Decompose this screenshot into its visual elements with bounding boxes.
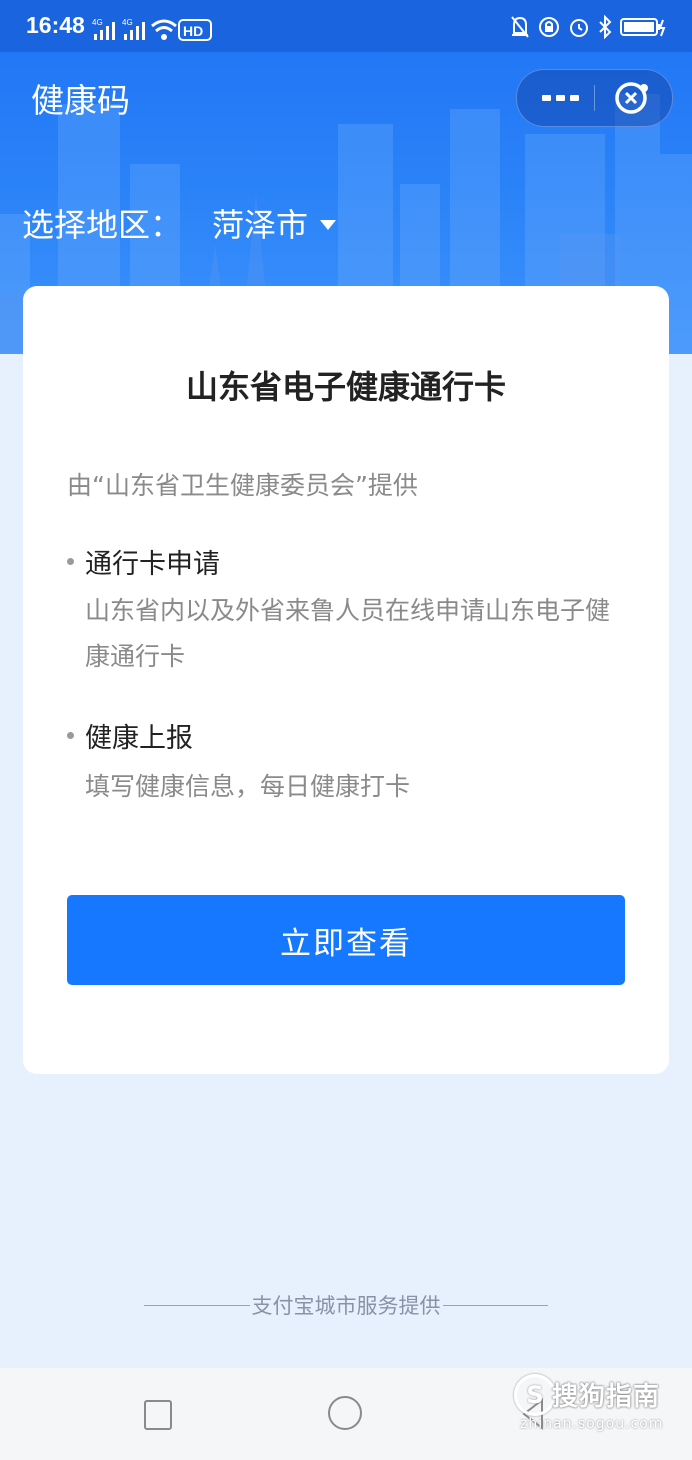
mini-program-capsule [516,69,673,127]
footer-line-right [442,1304,548,1306]
hd-icon: HD [178,19,212,41]
card-provider: 由“山东省卫生健康委员会”提供 [67,471,418,500]
alarm-icon [570,19,588,37]
bell-off-icon [511,16,529,38]
capsule-divider [594,85,595,111]
item-desc: 填写健康信息，每日健康打卡 [85,772,411,801]
wifi-icon [151,19,177,40]
bluetooth-icon [599,15,612,39]
status-icons [510,14,666,40]
more-dots-icon[interactable] [541,86,581,110]
footer-text: 支付宝城市服务提供 [251,1294,441,1318]
card-title: 山东省电子健康通行卡 [185,368,506,406]
dropdown-caret-icon[interactable] [320,220,337,230]
status-bar: 16:48 4G 4G HD [0,0,692,52]
region-selector[interactable]: 选择地区： 菏泽市 [22,200,337,246]
signal1-label: 4G [92,18,103,27]
footer-credit: 支付宝城市服务提供 [144,1290,548,1320]
watermark-text: 搜狗指南 [552,1382,661,1412]
recent-apps-icon[interactable] [144,1400,172,1430]
item-title: 通行卡申请 [85,549,220,580]
bullet-icon [67,558,74,565]
health-pass-card: 山东省电子健康通行卡 由“山东省卫生健康委员会”提供 通行卡申请 山东省内以及外… [23,286,669,1074]
signal2-label: 4G [122,18,133,27]
signal-4g-icon-2: 4G [122,18,145,40]
hd-label: HD [183,23,203,39]
battery-charging-icon [620,18,666,37]
bullet-icon [67,732,74,739]
watermark-url: zhinan.sogou.com [520,1416,664,1432]
status-time: 16:48 [26,12,85,38]
region-label: 选择地区： [22,206,183,244]
watermark: S 搜狗指南 zhinan.sogou.com [510,1372,686,1440]
footer-line-left [144,1304,250,1306]
item-title: 健康上报 [85,723,193,754]
lock-rotation-icon [539,17,559,37]
sogou-logo-icon: S [514,1374,556,1416]
signal-4g-icon: 4G [92,18,115,40]
home-icon[interactable] [328,1396,362,1430]
view-now-button[interactable]: 立即查看 [67,895,625,985]
close-mini-program-icon[interactable] [613,80,651,116]
item-desc: 山东省内以及外省来鲁人员在线申请山东电子健康通行卡 [85,596,611,671]
page-title: 健康码 [31,81,130,120]
region-city[interactable]: 菏泽市 [212,200,308,246]
